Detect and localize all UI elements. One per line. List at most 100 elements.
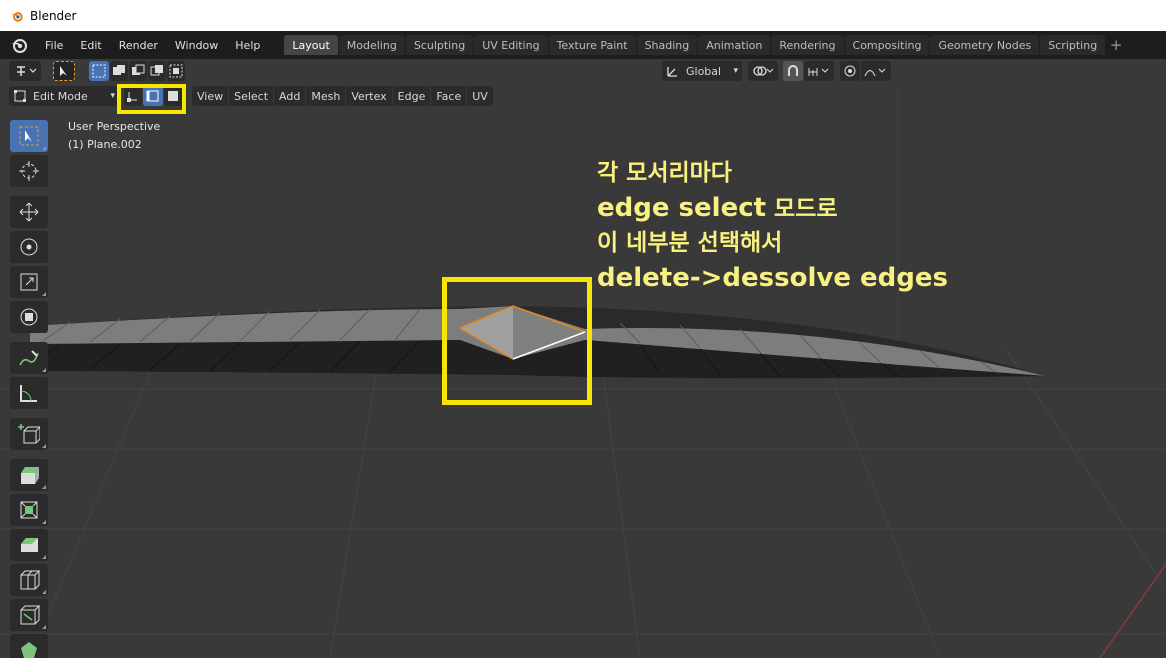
tab-shading[interactable]: Shading [636,35,698,55]
perspective-label: User Perspective [68,120,161,133]
tab-geometry-nodes[interactable]: Geometry Nodes [930,35,1040,55]
tool-extrude[interactable] [10,459,48,491]
tab-texture-paint[interactable]: Texture Paint [548,35,636,55]
transform-pivot-button[interactable] [9,61,41,81]
measure-icon [20,385,37,402]
menu-help[interactable]: Help [226,31,268,59]
menu-render[interactable]: Render [110,31,166,59]
select-new-button[interactable] [89,61,109,81]
top-bar: File Edit Render Window Help Layout Mode… [0,31,1166,59]
menu-window[interactable]: Window [166,31,226,59]
tool-rotate[interactable] [10,231,48,263]
3d-viewport[interactable]: Global ▾ Edit Mode ▾ View Select Add Mes… [0,59,1166,658]
tool-poly-build[interactable] [10,634,48,658]
select-box-icon [19,126,39,146]
menu-uv[interactable]: UV [467,86,493,106]
select-extend-button[interactable] [110,61,128,81]
edit-mode-icon [14,90,26,102]
tab-sculpting[interactable]: Sculpting [405,35,474,55]
tool-transform[interactable] [10,301,48,333]
snap-increment-icon [808,68,829,76]
blender-logo-icon [10,11,23,22]
left-toolbar [10,120,50,658]
tool-bevel[interactable] [10,529,48,561]
select-box-new-icon [92,64,106,78]
tool-select-box[interactable] [10,120,48,152]
menu-mesh[interactable]: Mesh [306,86,346,106]
magnet-icon [788,65,798,76]
tool-scale[interactable] [10,266,48,298]
add-cube-icon [18,424,40,444]
tab-animation[interactable]: Animation [698,35,771,55]
header-menu-group: View Select Add Mesh Vertex Edge Face UV [192,86,494,106]
tab-scripting[interactable]: Scripting [1040,35,1106,55]
transform-icon [20,308,38,326]
title-bar: Blender [0,0,1166,31]
tool-annotate[interactable] [10,342,48,374]
tool-knife[interactable] [10,599,48,631]
poly-build-icon [21,642,37,658]
proportional-edit-toggle[interactable] [840,61,860,81]
menu-edge[interactable]: Edge [392,86,431,106]
rotate-icon [20,238,38,256]
proportional-edit-icon [844,65,856,77]
tab-modeling[interactable]: Modeling [338,35,405,55]
select-tool-button[interactable] [53,61,75,81]
menu-edit[interactable]: Edit [71,31,109,59]
knife-icon [20,605,40,625]
select-invert-icon [150,65,163,76]
select-invert-button[interactable] [148,61,166,81]
tool-measure[interactable] [10,377,48,409]
pivot-icon [753,66,774,76]
workspace-tabs: Layout Modeling Sculpting UV Editing Tex… [284,31,1126,59]
bevel-icon [21,538,38,552]
tool-inset[interactable] [10,494,48,526]
annotate-icon [19,350,39,366]
note-line-1: 각 모서리마다 [597,160,732,186]
chevron-down-icon: ▾ [110,91,115,101]
move-icon [19,202,39,222]
note-line-2-a: edge select [597,193,767,223]
menu-face[interactable]: Face [431,86,467,106]
orientation-icon [667,67,677,77]
extrude-icon [21,467,39,484]
cursor-arrow-icon [60,66,67,76]
select-extend-icon [113,65,125,75]
select-intersect-button[interactable] [167,61,185,81]
cursor-icon [19,161,39,181]
select-subtract-button[interactable] [129,61,147,81]
mode-dropdown[interactable]: Edit Mode ▾ [9,86,119,106]
note-line-2-b: 모드로 [766,196,838,222]
pivot-point-dropdown[interactable] [748,61,778,81]
viewport-info: User Perspective (1) Plane.002 [68,118,160,154]
blender-menu-icon[interactable] [10,36,28,54]
gizmo-icon [17,66,37,76]
tab-layout[interactable]: Layout [284,35,338,55]
add-workspace-button[interactable]: + [1106,35,1126,55]
tool-cursor[interactable] [10,155,48,187]
note-line-4: delete->dessolve edges [597,263,948,293]
transform-orientation-dropdown[interactable]: Global ▾ [662,61,742,81]
menu-add[interactable]: Add [274,86,306,106]
snap-toggle[interactable] [783,61,803,81]
note-line-3: 이 네부분 선택해서 [597,230,783,256]
scale-icon [20,273,38,291]
menu-file[interactable]: File [36,31,71,59]
menu-view[interactable]: View [192,86,229,106]
menu-select[interactable]: Select [229,86,274,106]
orientation-label: Global [686,64,722,78]
annotation-note: 각 모서리마다 edge select 모드로 이 네부분 선택해서 delet… [597,156,948,296]
snap-target-dropdown[interactable] [804,61,834,81]
falloff-dropdown[interactable] [861,61,891,81]
window-title: Blender [30,8,77,23]
tab-rendering[interactable]: Rendering [771,35,844,55]
loop-cut-icon [20,570,40,590]
tool-loop-cut[interactable] [10,564,48,596]
object-label: (1) Plane.002 [68,138,142,151]
tab-uv-editing[interactable]: UV Editing [474,35,548,55]
viewport-header-tools: Global ▾ [0,59,1166,83]
menu-vertex[interactable]: Vertex [346,86,392,106]
tab-compositing[interactable]: Compositing [844,35,930,55]
tool-move[interactable] [10,196,48,228]
tool-add-cube[interactable] [10,418,48,450]
